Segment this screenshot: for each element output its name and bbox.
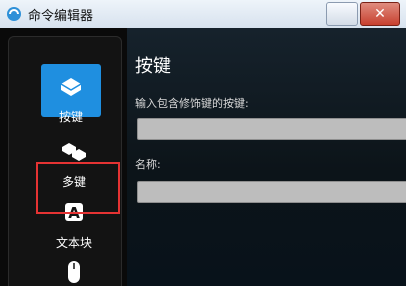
keys-input[interactable] xyxy=(137,118,406,140)
sidebar-item-label: 按键 xyxy=(58,110,83,124)
sidebar-item-keystroke[interactable]: 按键 xyxy=(41,64,101,124)
command-editor-window: 命令编辑器 ✕ 按键 多键 A 文本块 按键 输入包含修饰键的按键: 名称: xyxy=(0,0,406,286)
keycap-icon xyxy=(60,78,82,96)
app-icon xyxy=(7,7,21,21)
window-title: 命令编辑器 xyxy=(28,9,94,24)
page-title: 按键 xyxy=(135,56,171,77)
red-highlight-box xyxy=(36,162,120,214)
sidebar-item-mouse[interactable] xyxy=(44,256,104,286)
keys-field-label: 输入包含修饰键的按键: xyxy=(135,97,249,110)
close-button[interactable]: ✕ xyxy=(360,2,400,26)
main-panel: 按键 输入包含修饰键的按键: 名称: xyxy=(127,28,406,286)
mouse-icon xyxy=(68,261,80,283)
minimize-button[interactable] xyxy=(326,2,358,26)
name-input[interactable] xyxy=(137,181,406,203)
sidebar: 按键 多键 A 文本块 xyxy=(0,28,127,286)
name-field-label: 名称: xyxy=(135,158,161,171)
title-bar: 命令编辑器 ✕ xyxy=(0,0,406,29)
sidebar-item-label: 文本块 xyxy=(55,236,92,250)
